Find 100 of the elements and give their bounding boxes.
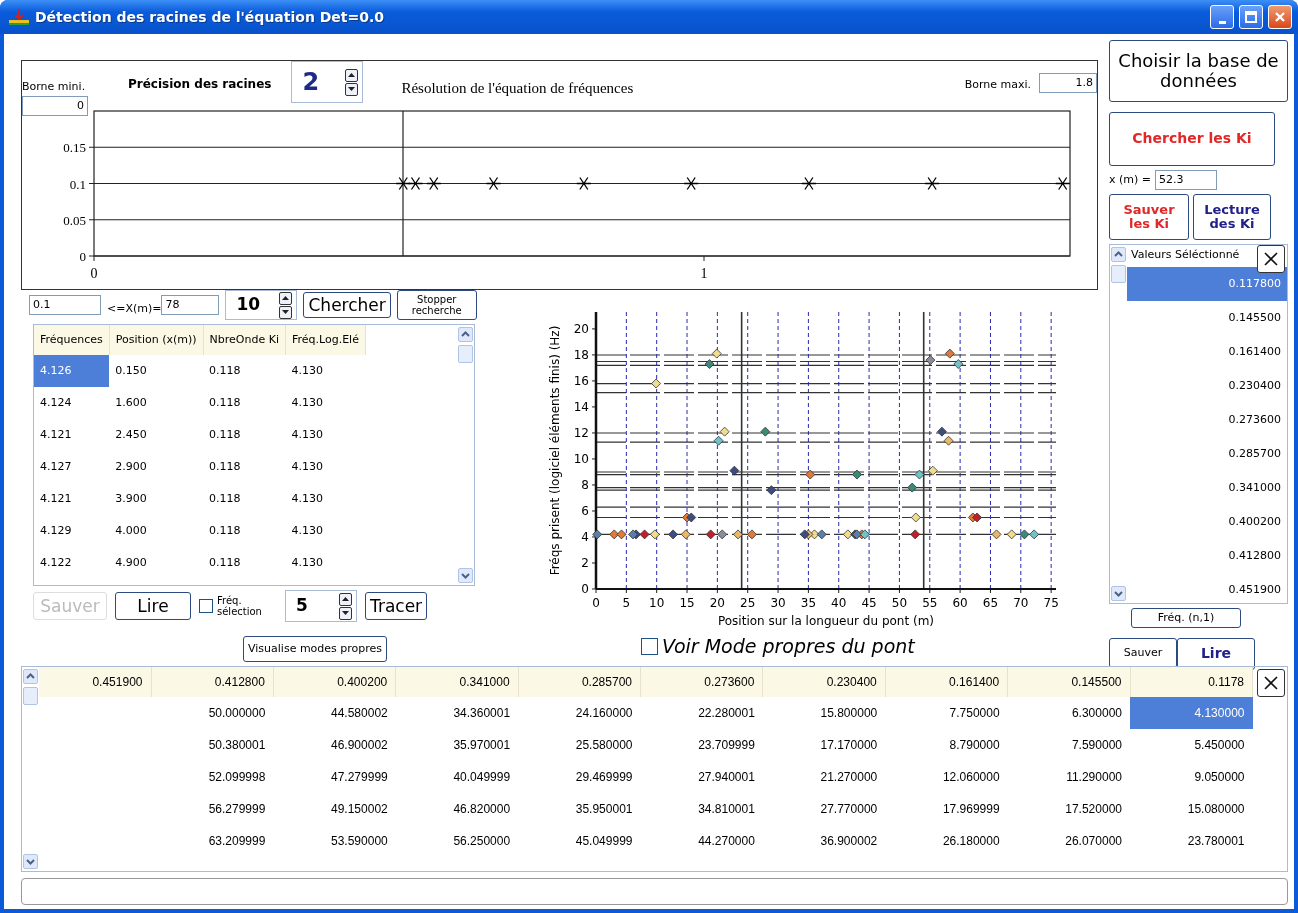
- tick-label: 0: [90, 266, 98, 281]
- tick-label: 40: [831, 596, 847, 610]
- axis-title: Fréqs prisent (logiciel éléments finis) (Hz): [548, 325, 562, 576]
- tick-label: 5: [622, 596, 631, 610]
- table-cell-text: 4.129: [39, 522, 73, 539]
- table-cell-text: 15.080000: [1186, 801, 1246, 818]
- tick-label: 18: [573, 347, 589, 362]
- field-label: Borne mini.: [22, 79, 87, 95]
- tick-label: 1: [700, 266, 708, 281]
- table-cell-text: 4.900: [114, 554, 148, 571]
- tick-label: 0.1: [69, 176, 86, 192]
- tick-label: 0: [592, 596, 600, 610]
- table-cell-text: 44.270000: [697, 833, 756, 850]
- table-cell-text: 34.810001: [697, 801, 756, 818]
- table-cell-text: 27.770000: [819, 801, 879, 818]
- table-cell: 7.750000: [885, 697, 1008, 729]
- tick-label: 55: [922, 596, 938, 610]
- table-cell: 50.000000: [151, 697, 274, 729]
- window-title: Détection des racines de l'équation Det=0.0: [35, 7, 386, 27]
- table-cell-text: 56.250000: [452, 833, 512, 850]
- table-cell: 34.360001: [395, 697, 519, 729]
- table-cell-text: 36.900002: [819, 833, 879, 850]
- table-cell-text: 35.970001: [452, 737, 512, 754]
- tick-label: 0: [581, 582, 589, 596]
- table-cell: 22.280001: [640, 697, 763, 729]
- tick-label: 20: [709, 596, 725, 610]
- table-cell-text: 11.290000: [1065, 769, 1123, 786]
- table-cell-text: 4.122: [39, 554, 73, 571]
- table-cell-text: 4.130: [290, 522, 324, 539]
- tick-label: 60: [952, 596, 968, 610]
- table-cell-text: 0.118: [208, 522, 242, 539]
- table-cell-text: 52.099998: [207, 769, 267, 786]
- table-cell: 7.590000: [1007, 729, 1130, 761]
- table-cell-text: 2.450: [114, 426, 148, 443]
- table-cell-text: 4.130: [290, 490, 324, 507]
- table-cell-text: 0.118: [208, 426, 242, 443]
- table-cell-text: 26.180000: [941, 833, 1001, 850]
- table-cell-text: 23.709999: [697, 737, 756, 754]
- tick-label: 45: [861, 596, 877, 610]
- table-cell-text: 29.469999: [574, 769, 634, 786]
- tick-label: 14: [573, 399, 589, 414]
- tick-label: 6: [581, 503, 589, 518]
- table-cell-text: 46.900002: [330, 737, 389, 754]
- tick-label: 0.05: [63, 212, 86, 228]
- tick-label: 15: [679, 596, 695, 610]
- table-cell: 4.130: [285, 355, 366, 387]
- table-cell-text: 53.590000: [330, 833, 389, 850]
- table-cell-text: 4.130: [290, 458, 324, 475]
- table-cell-text: 26.070000: [1064, 833, 1123, 850]
- table-cell-text: 4.130: [290, 394, 324, 411]
- table-cell-text: 0.118: [208, 458, 242, 475]
- axis-title: Position sur la longueur du pont (m): [717, 614, 935, 628]
- table-cell-text: 45.049999: [574, 833, 634, 850]
- tick-label: 16: [573, 373, 589, 388]
- field-label: <=X(m)=: [107, 300, 162, 317]
- table-cell-text: 0.118: [208, 394, 242, 411]
- table-cell-text: 56.279999: [207, 801, 267, 818]
- table-cell: 44.580002: [273, 697, 396, 729]
- table-cell-text: 17.170000: [819, 737, 879, 754]
- table-cell-text: 4.127: [39, 458, 73, 475]
- table-cell: 4.126: [34, 355, 110, 387]
- tick-label: 10: [573, 451, 589, 466]
- table-cell-text: 47.279999: [330, 769, 389, 786]
- table-cell-text: 50.380001: [207, 737, 267, 754]
- tick-label: 12: [573, 425, 589, 440]
- tick-label: 0.15: [63, 140, 86, 156]
- tick-label: 4: [581, 530, 589, 544]
- table-cell: 4.124: [34, 387, 110, 419]
- field-label: x (m) =: [1109, 171, 1152, 188]
- table-cell-text: 8.790000: [948, 737, 1001, 754]
- table-cell-text: 40.049999: [452, 769, 512, 786]
- tick-label: 70: [1013, 596, 1029, 610]
- table-cell: 0.150: [109, 355, 204, 387]
- tick-label: 75: [1043, 596, 1059, 610]
- tick-label: 30: [770, 596, 786, 610]
- table-cell-text: 63.209999: [207, 833, 267, 850]
- table-cell-text: 12.060000: [941, 769, 1001, 786]
- table-cell-text: 27.940001: [697, 769, 756, 786]
- table-cell-text: 4.130: [290, 554, 324, 571]
- table-cell: 24.160000: [518, 697, 641, 729]
- table-cell: 5.450000: [1130, 729, 1253, 761]
- table-cell-text: 4.000: [114, 522, 148, 539]
- table-cell: 0.118: [203, 355, 286, 387]
- table-cell-text: 4.121: [39, 426, 73, 443]
- tick-label: 35: [800, 596, 817, 610]
- tick-label: 50: [891, 596, 908, 610]
- table-cell-text: 2.900: [114, 458, 148, 475]
- field-label: Borne maxi.: [964, 77, 1031, 93]
- table-cell: 15.800000: [762, 697, 886, 729]
- list-header: Valeurs Séléctionné: [1130, 247, 1241, 263]
- tick-label: 20: [573, 321, 589, 336]
- table-cell: 6.300000: [1007, 697, 1130, 729]
- tick-label: 0: [79, 249, 86, 264]
- table-cell-text: 35.950001: [574, 801, 634, 818]
- table-cell-text: 17.969999: [941, 801, 1001, 818]
- tick-label: 65: [982, 596, 999, 610]
- table-cell-text: 46.820000: [452, 801, 512, 818]
- table-cell-text: 17.520000: [1064, 801, 1123, 818]
- table-cell-text: 3.900: [114, 490, 148, 507]
- table-cell: 1.600: [109, 387, 204, 419]
